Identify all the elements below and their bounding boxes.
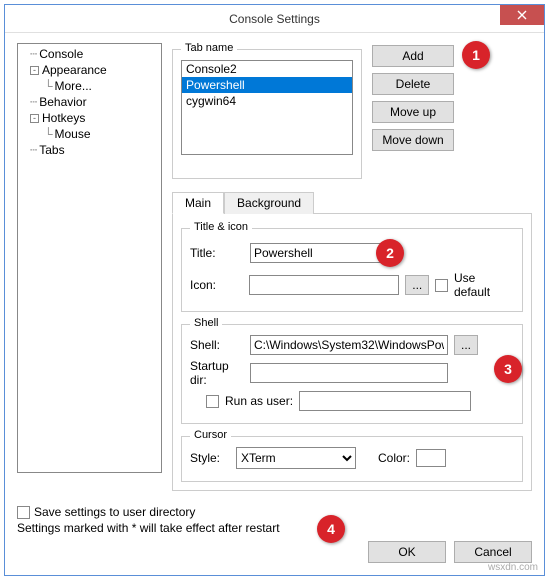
list-item[interactable]: cygwin64 bbox=[182, 93, 352, 109]
close-icon bbox=[517, 10, 527, 20]
list-item[interactable]: Powershell bbox=[182, 77, 352, 93]
tree-item-tabs[interactable]: ┄Tabs bbox=[22, 142, 157, 158]
save-settings-label: Save settings to user directory bbox=[34, 505, 195, 519]
movedown-button[interactable]: Move down bbox=[372, 129, 454, 151]
style-label: Style: bbox=[190, 451, 230, 465]
add-button[interactable]: Add bbox=[372, 45, 454, 67]
tree-item-hotkeys[interactable]: -Hotkeys bbox=[22, 110, 157, 126]
title-icon-group: Title & icon Title: 2 Icon: ... Use defa… bbox=[181, 228, 523, 312]
use-default-label: Use default bbox=[454, 271, 514, 299]
use-default-checkbox[interactable] bbox=[435, 279, 448, 292]
tabname-legend: Tab name bbox=[181, 42, 237, 54]
title-label: Title: bbox=[190, 246, 244, 260]
icon-input[interactable] bbox=[249, 275, 399, 295]
tab-main[interactable]: Main bbox=[172, 192, 224, 214]
startup-label: Startup dir: bbox=[190, 359, 244, 387]
cursor-group: Cursor Style: XTerm Color: bbox=[181, 436, 523, 482]
annotation-badge-1: 1 bbox=[462, 41, 490, 69]
run-as-user-label: Run as user: bbox=[225, 394, 293, 408]
settings-window: Console Settings ┄Console -Appearance └M… bbox=[4, 4, 545, 576]
tree-item-more[interactable]: └More... bbox=[22, 78, 157, 94]
shell-browse-button[interactable]: ... bbox=[454, 335, 478, 355]
icon-label: Icon: bbox=[190, 278, 243, 292]
titlebar: Console Settings bbox=[5, 5, 544, 33]
tabname-list[interactable]: Console2 Powershell cygwin64 bbox=[181, 60, 353, 155]
run-as-user-checkbox[interactable] bbox=[206, 395, 219, 408]
moveup-button[interactable]: Move up bbox=[372, 101, 454, 123]
annotation-badge-4: 4 bbox=[317, 515, 345, 543]
tabname-group: Tab name Console2 Powershell cygwin64 bbox=[172, 49, 362, 179]
tab-strip: Main Background bbox=[172, 191, 532, 214]
ok-button[interactable]: OK bbox=[368, 541, 446, 563]
save-settings-checkbox[interactable] bbox=[17, 506, 30, 519]
collapse-icon[interactable]: - bbox=[30, 66, 39, 75]
tab-panel-main: Title & icon Title: 2 Icon: ... Use defa… bbox=[172, 214, 532, 491]
button-column: Add Delete Move up Move down 1 bbox=[372, 43, 454, 179]
run-as-user-input[interactable] bbox=[299, 391, 471, 411]
collapse-icon[interactable]: - bbox=[30, 114, 39, 123]
tree-item-console[interactable]: ┄Console bbox=[22, 46, 157, 62]
tree-item-mouse[interactable]: └Mouse bbox=[22, 126, 157, 142]
delete-button[interactable]: Delete bbox=[372, 73, 454, 95]
watermark: wsxdn.com bbox=[488, 562, 538, 573]
shell-input[interactable] bbox=[250, 335, 448, 355]
list-item[interactable]: Console2 bbox=[182, 61, 352, 77]
icon-browse-button[interactable]: ... bbox=[405, 275, 429, 295]
color-swatch[interactable] bbox=[416, 449, 446, 467]
tree-item-appearance[interactable]: -Appearance bbox=[22, 62, 157, 78]
annotation-badge-2: 2 bbox=[376, 239, 404, 267]
window-title: Console Settings bbox=[229, 12, 320, 26]
footer: Save settings to user directory Settings… bbox=[5, 499, 544, 575]
style-select[interactable]: XTerm bbox=[236, 447, 356, 469]
annotation-badge-3: 3 bbox=[494, 355, 522, 383]
restart-note: Settings marked with * will take effect … bbox=[17, 521, 280, 535]
color-label: Color: bbox=[378, 451, 410, 465]
tab-background[interactable]: Background bbox=[224, 192, 314, 214]
close-button[interactable] bbox=[500, 5, 544, 25]
shell-group: Shell Shell: ... Startup dir: 3 bbox=[181, 324, 523, 424]
cancel-button[interactable]: Cancel bbox=[454, 541, 532, 563]
category-tree[interactable]: ┄Console -Appearance └More... ┄Behavior … bbox=[17, 43, 162, 473]
shell-label: Shell: bbox=[190, 338, 244, 352]
tree-item-behavior[interactable]: ┄Behavior bbox=[22, 94, 157, 110]
startup-input[interactable] bbox=[250, 363, 448, 383]
